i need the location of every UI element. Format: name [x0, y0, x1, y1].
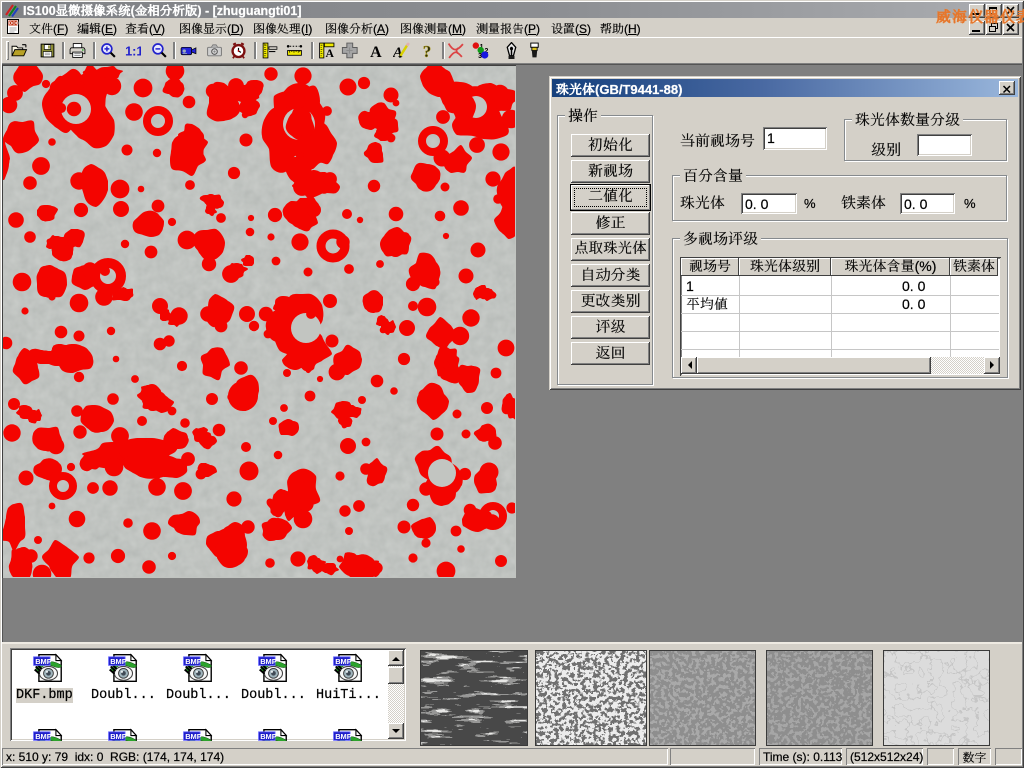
svg-text:A: A — [370, 44, 382, 59]
svg-text:?: ? — [423, 42, 432, 59]
svg-text:1:1: 1:1 — [125, 43, 141, 58]
svg-text:A: A — [325, 47, 334, 59]
svg-text:DOC: DOC — [9, 21, 20, 27]
svg-text:3: 3 — [478, 51, 482, 59]
